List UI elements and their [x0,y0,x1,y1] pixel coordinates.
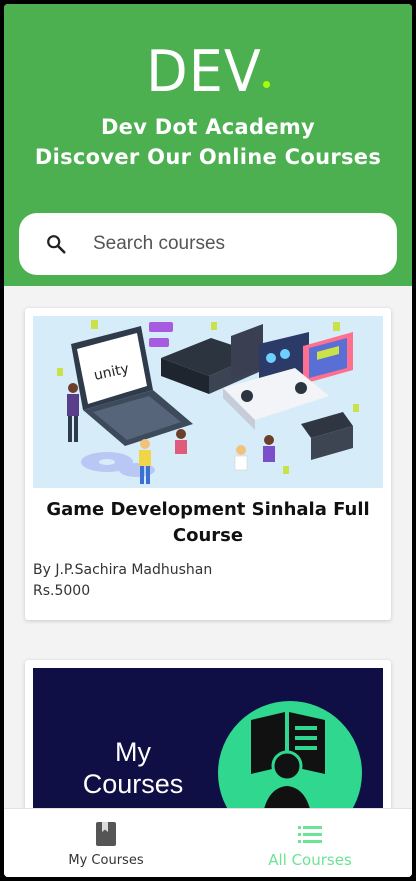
logo-dot [262,81,270,88]
nav-my-courses-label: My Courses [68,853,144,868]
academy-name: Dev Dot Academy [100,115,316,139]
search-icon [47,235,66,254]
nav-all-courses[interactable]: All Courses [208,809,412,877]
course-list[interactable]: unity Game Development Sinhala Full Cour… [4,286,412,830]
logo-text: DEV [146,38,262,105]
course-author: By J.P.Sachira Madhushan [33,562,213,578]
bookmark-icon [96,822,116,846]
course-title[interactable]: Game Development Sinhala Full Course [33,497,383,549]
nav-all-courses-label: All Courses [268,851,352,869]
bottom-navigation: My Courses All Courses [4,808,412,877]
course-card[interactable]: unity Game Development Sinhala Full Cour… [25,308,391,620]
search-bar[interactable] [19,213,397,275]
course-image-game-dev: unity [33,316,383,488]
dev-logo: DEV [4,38,412,105]
app-screen: DEV Dev Dot Academy Discover Our Online … [4,4,412,877]
course-image-my-courses: My Courses [33,668,383,830]
course-card[interactable]: My Courses [25,660,391,830]
reader-illustration [218,701,362,830]
game-dev-illustration: unity [33,316,383,488]
list-icon [298,826,322,843]
search-input[interactable] [93,227,383,261]
course-price: Rs.5000 [33,583,91,599]
tagline: Discover Our Online Courses [34,145,382,169]
nav-my-courses[interactable]: My Courses [4,809,208,877]
header: DEV Dev Dot Academy Discover Our Online … [4,4,412,286]
